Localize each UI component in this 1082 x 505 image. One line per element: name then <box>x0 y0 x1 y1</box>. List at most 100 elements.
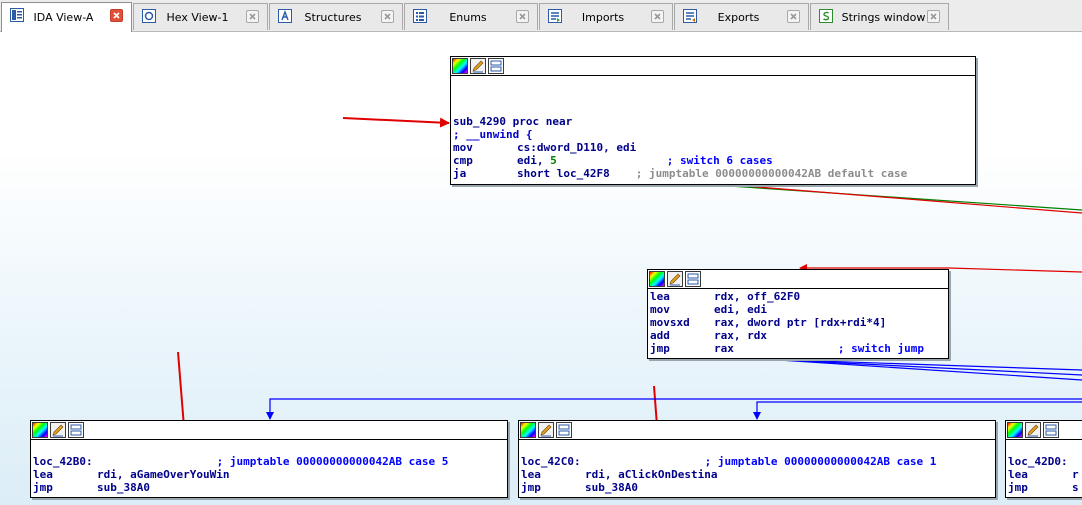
code-line[interactable]: movsxd rax, dword ptr [rdx+rdi*4] <box>650 316 948 329</box>
code-line[interactable]: sub_4290 proc near <box>453 115 975 128</box>
code-line[interactable]: jmp s <box>1008 481 1082 494</box>
code-label: loc_42D0: <box>1008 455 1068 468</box>
node-header <box>451 57 975 76</box>
mnemonic: movsxd <box>650 316 690 329</box>
close-icon[interactable] <box>110 9 123 22</box>
graph-node-loc-42d0[interactable]: loc_42D0: lea r jmp s <box>1005 420 1082 498</box>
operands: edi, edi <box>714 303 767 316</box>
tab-exports[interactable]: Exports <box>674 3 809 30</box>
tab-bar: IDA View-A Hex View-1 Structures Enums I… <box>0 0 1082 32</box>
graph-node-loc-42b0[interactable]: loc_42B0: ; jumptable 00000000000042AB ca… <box>30 420 508 498</box>
node-header <box>1006 421 1082 440</box>
group-nodes-icon[interactable] <box>685 271 701 287</box>
mnemonic: jmp <box>33 481 53 494</box>
color-palette-icon[interactable] <box>1007 422 1023 438</box>
operands: rax, rdx <box>714 329 767 342</box>
unwind-comment: ; __unwind { <box>453 128 533 141</box>
edge-switch-out <box>759 358 1082 371</box>
operands: edi, <box>517 154 551 167</box>
rename-icon[interactable] <box>470 58 486 74</box>
rename-icon[interactable] <box>50 422 66 438</box>
code-line[interactable]: cmp edi, 5 ; switch 6 cases <box>453 154 975 167</box>
rename-icon[interactable] <box>667 271 683 287</box>
edge-switch-out <box>761 358 1082 376</box>
group-nodes-icon[interactable] <box>556 422 572 438</box>
group-nodes-icon[interactable] <box>1043 422 1059 438</box>
code-label: loc_42C0: <box>521 455 581 468</box>
rename-icon[interactable] <box>538 422 554 438</box>
operands: s <box>1072 481 1079 494</box>
tab-enums[interactable]: Enums <box>404 3 538 30</box>
close-icon[interactable] <box>787 10 800 23</box>
tab-structures[interactable]: Structures <box>269 3 403 30</box>
tab-hex-view-1[interactable]: Hex View-1 <box>133 3 268 30</box>
mnemonic: lea <box>33 468 53 481</box>
edge-switch-out <box>753 401 1082 420</box>
close-icon[interactable] <box>246 10 259 23</box>
code-line[interactable]: mov cs:dword_D110, edi <box>453 141 975 154</box>
operands: sub_38A0 <box>585 481 638 494</box>
close-icon[interactable] <box>516 10 529 23</box>
code-line[interactable]: mov edi, edi <box>650 303 948 316</box>
close-icon[interactable] <box>651 10 664 23</box>
mnemonic: jmp <box>1008 481 1028 494</box>
tab-strings-window[interactable]: Strings window <box>810 3 949 30</box>
code-line[interactable]: add rax, rdx <box>650 329 948 342</box>
code-label: loc_42B0: <box>33 455 93 468</box>
mnemonic: lea <box>650 290 670 303</box>
operands: short loc_42F8 <box>517 167 610 180</box>
code-line[interactable]: jmp sub_38A0 <box>33 481 507 494</box>
rename-icon[interactable] <box>1025 422 1041 438</box>
code-line[interactable]: jmp sub_38A0 <box>521 481 995 494</box>
operands: rdx, off_62F0 <box>714 290 801 303</box>
mnemonic: cmp <box>453 154 473 167</box>
node-header <box>519 421 995 440</box>
close-icon[interactable] <box>927 10 940 23</box>
operands: rax <box>714 342 734 355</box>
node-header <box>31 421 507 440</box>
code-line[interactable]: lea rdi, aGameOverYouWin <box>33 468 507 481</box>
color-palette-icon[interactable] <box>649 271 665 287</box>
mnemonic: add <box>650 329 670 342</box>
node-header <box>648 270 948 289</box>
tab-imports[interactable]: Imports <box>539 3 673 30</box>
code-line[interactable]: loc_42B0: ; jumptable 00000000000042AB ca… <box>33 455 507 468</box>
graph-node-loc-42c0[interactable]: loc_42C0: ; jumptable 00000000000042AB ca… <box>518 420 996 498</box>
group-nodes-icon[interactable] <box>68 422 84 438</box>
mnemonic: lea <box>1008 468 1028 481</box>
operands: rdi, aGameOverYouWin <box>97 468 230 481</box>
code-line[interactable]: jmp rax ; switch jump <box>650 342 948 355</box>
edge-false <box>699 183 1082 211</box>
comment: ; jumptable 00000000000042AB case 5 <box>216 455 449 468</box>
color-palette-icon[interactable] <box>452 58 468 74</box>
proc-label: sub_4290 proc near <box>453 115 573 128</box>
operands: sub_38A0 <box>97 481 150 494</box>
operands: rax, dword ptr [rdx+rdi*4] <box>714 316 887 329</box>
code-line[interactable]: loc_42C0: ; jumptable 00000000000042AB ca… <box>521 455 995 468</box>
graph-node-switch[interactable]: lea rdx, off_62F0 mov edi, edi movsxd rax, … <box>647 269 949 359</box>
code-line[interactable]: ja short loc_42F8 ; jumptable 000000000000… <box>453 167 975 180</box>
annotation-arrow <box>342 117 450 128</box>
graph-node-sub-4290[interactable]: sub_4290 proc near ; __unwind { mov cs:dw… <box>450 56 976 185</box>
mnemonic: mov <box>453 141 473 154</box>
mnemonic: jmp <box>650 342 670 355</box>
color-palette-icon[interactable] <box>32 422 48 438</box>
comment: ; jumptable 00000000000042AB default cas… <box>635 167 908 180</box>
graph-view[interactable]: sub_4290 proc near ; __unwind { mov cs:dw… <box>0 32 1082 505</box>
tab-ida-view-a[interactable]: IDA View-A <box>1 2 132 32</box>
code-line[interactable]: lea rdx, off_62F0 <box>650 290 948 303</box>
color-palette-icon[interactable] <box>520 422 536 438</box>
code-line[interactable]: lea r <box>1008 468 1082 481</box>
close-icon[interactable] <box>381 10 394 23</box>
group-nodes-icon[interactable] <box>488 58 504 74</box>
code-line[interactable]: ; __unwind { <box>453 128 975 141</box>
immediate-value: 5 <box>550 154 557 167</box>
comment: ; jumptable 00000000000042AB case 1 <box>704 455 937 468</box>
comment: ; switch 6 cases <box>666 154 773 167</box>
edge-true <box>719 183 1082 214</box>
comment: ; switch jump <box>837 342 924 355</box>
mnemonic: mov <box>650 303 670 316</box>
operands: rdi, aClickOnDestina <box>585 468 718 481</box>
code-line[interactable]: loc_42D0: <box>1008 455 1082 468</box>
code-line[interactable]: lea rdi, aClickOnDestina <box>521 468 995 481</box>
